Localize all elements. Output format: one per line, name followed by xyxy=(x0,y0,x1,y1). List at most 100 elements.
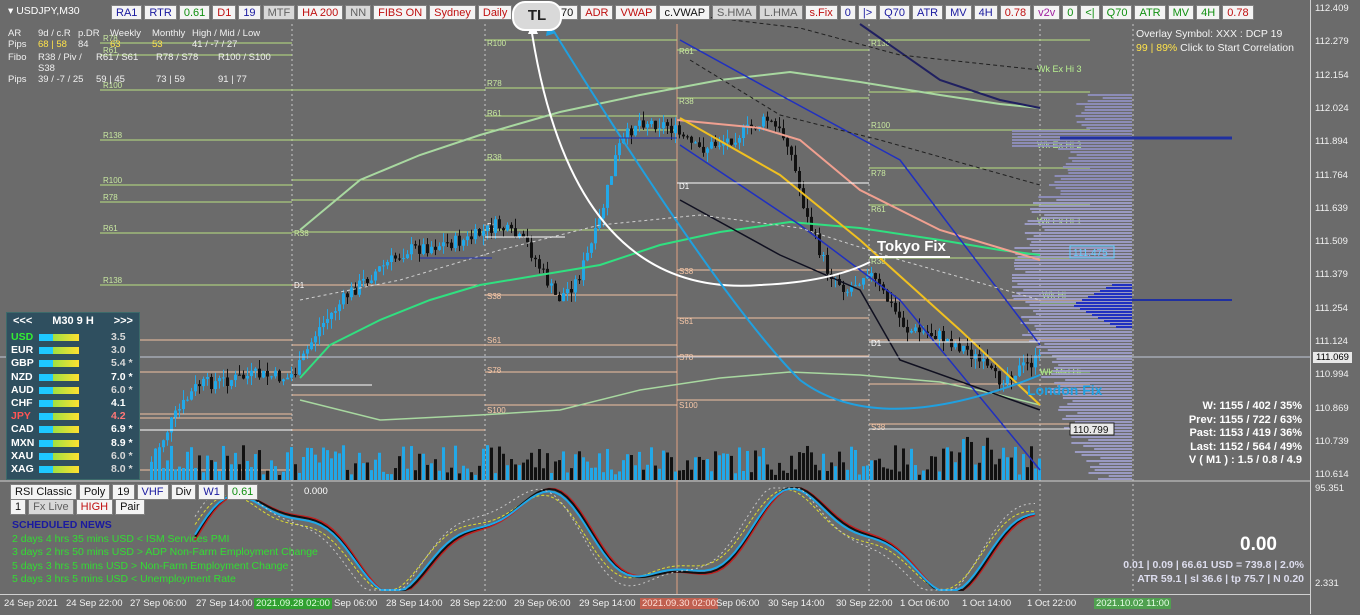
volume-bar xyxy=(526,460,529,480)
toolbar-button-0-61[interactable]: 0.61 xyxy=(179,5,210,20)
toolbar-button-7[interactable]: 0 xyxy=(840,5,856,20)
toolbar-button-9[interactable]: Q70 xyxy=(879,5,910,20)
london-fix-label: London Fix xyxy=(1027,382,1103,398)
time-axis[interactable]: 24 Sep 2021 24 Sep 22:00 27 Sep 06:00 27 Se… xyxy=(0,594,1310,615)
toolbar-button-13[interactable]: 0.78 xyxy=(1000,5,1031,20)
candle-body xyxy=(402,258,405,259)
candle-body xyxy=(278,371,281,382)
toolbar-button-12[interactable]: 4H xyxy=(974,5,998,20)
toolbar-button-nn[interactable]: NN xyxy=(345,5,371,20)
rsi-toolbar-button-3[interactable]: VHF xyxy=(137,484,169,500)
toolbar-button-20[interactable]: 4H xyxy=(1196,5,1220,20)
toolbar-button-14[interactable]: v2v xyxy=(1033,5,1060,20)
volume-bar xyxy=(1034,468,1037,480)
candle-body xyxy=(526,237,529,242)
news-item[interactable]: 2 days 4 hrs 35 mins USD < ISM Services … xyxy=(12,533,318,547)
strength-next-button[interactable]: >>> xyxy=(114,315,133,327)
toolbar-button-fibs-on[interactable]: FIBS ON xyxy=(373,5,427,20)
toolbar-button-10[interactable]: ATR xyxy=(912,5,943,20)
volume-bar xyxy=(458,473,461,480)
toolbar-button-11[interactable]: MV xyxy=(945,5,972,20)
candle-body xyxy=(602,208,605,218)
strength-ccy-eur[interactable]: EUR xyxy=(11,344,33,356)
strength-ccy-mxn[interactable]: MXN xyxy=(11,437,34,449)
rsi-toolbar-button-2[interactable]: 19 xyxy=(112,484,134,500)
news-toolbar-button-0[interactable]: 1 xyxy=(10,499,26,515)
toolbar-button-3[interactable]: c.VWAP xyxy=(659,5,710,20)
pivot-label: R138 xyxy=(103,131,123,140)
volume-bar xyxy=(594,468,597,480)
candle-body xyxy=(946,339,949,341)
price-axis[interactable]: 112.409 112.279 112.154 112.024 111.894 111.7… xyxy=(1310,0,1360,614)
trendline-toggle-button[interactable]: TL xyxy=(512,1,562,31)
toolbar-button-mtf[interactable]: MTF xyxy=(263,5,296,20)
volume-bar xyxy=(670,457,673,480)
candle-body xyxy=(654,121,657,130)
toolbar-button-16[interactable]: <| xyxy=(1080,5,1099,20)
toolbar-button-5[interactable]: L.HMA xyxy=(759,5,803,20)
toolbar-button-ha-200[interactable]: HA 200 xyxy=(297,5,343,20)
candle-body xyxy=(998,371,1001,384)
envelope-dashed-dark xyxy=(690,15,1040,70)
news-toolbar-button-3[interactable]: Pair xyxy=(115,499,145,515)
volume-stat-line: Last: 1152 / 564 / 49% xyxy=(1176,441,1302,455)
pivot-label: R38 xyxy=(679,97,694,106)
strength-ccy-usd[interactable]: USD xyxy=(11,331,33,343)
toolbar-button-sydney[interactable]: Sydney xyxy=(429,5,476,20)
correlation-link[interactable]: 99 | 89% Click to Start Correlation xyxy=(1136,41,1294,55)
candle-body xyxy=(474,229,477,239)
toolbar-button-6[interactable]: s.Fix xyxy=(805,5,838,20)
strength-ccy-jpy[interactable]: JPY xyxy=(11,410,31,422)
toolbar-button-d1[interactable]: D1 xyxy=(212,5,236,20)
rsi-toolbar-button-6[interactable]: 0.61 xyxy=(227,484,258,500)
strength-ccy-aud[interactable]: AUD xyxy=(11,384,34,396)
candle-body xyxy=(442,242,445,246)
dropdown-triangle-icon[interactable]: ▾ xyxy=(8,5,13,17)
candle-body xyxy=(774,121,777,126)
news-toolbar: 1 Fx Live HIGH Pair xyxy=(10,499,145,515)
volume-bar xyxy=(926,469,929,480)
toolbar-button-18[interactable]: ATR xyxy=(1134,5,1165,20)
toolbar-button-daily[interactable]: Daily xyxy=(478,5,512,20)
volume-bar xyxy=(646,465,649,480)
rsi-toolbar-button-0[interactable]: RSI Classic xyxy=(10,484,77,500)
strength-ccy-nzd[interactable]: NZD xyxy=(11,371,33,383)
candle-body xyxy=(718,146,721,147)
news-item[interactable]: 5 days 3 hrs 5 mins USD < Unemployment R… xyxy=(12,573,318,587)
toolbar-button-1[interactable]: ADR xyxy=(580,5,613,20)
toolbar-button-2[interactable]: VWAP xyxy=(615,5,657,20)
strength-ccy-xag[interactable]: XAG xyxy=(11,463,34,475)
candle-body xyxy=(218,378,221,381)
news-item[interactable]: 5 days 3 hrs 5 mins USD > Non-Farm Emplo… xyxy=(12,560,318,574)
pivot-label: S38 xyxy=(871,423,886,432)
toolbar-button-17[interactable]: Q70 xyxy=(1102,5,1133,20)
volume-bar xyxy=(566,472,569,480)
volume-stats: W: 1155 / 402 / 35% Prev: 1155 / 722 / 63… xyxy=(1176,400,1302,468)
toolbar-button-ra1[interactable]: RA1 xyxy=(111,5,142,20)
toolbar-button-19[interactable]: 19 xyxy=(238,5,260,20)
volume-bar xyxy=(158,452,161,480)
rsi-toolbar-button-4[interactable]: Div xyxy=(171,484,197,500)
news-toolbar-button-1[interactable]: Fx Live xyxy=(28,499,73,515)
strength-ccy-xau[interactable]: XAU xyxy=(11,450,33,462)
strength-ccy-chf[interactable]: CHF xyxy=(11,397,33,409)
risk-stats: 0.01 | 0.09 | 66.61 USD = 739.8 | 2.0% AT… xyxy=(1074,558,1304,586)
toolbar-button-4[interactable]: S.HMA xyxy=(712,5,757,20)
news-toolbar-button-2[interactable]: HIGH xyxy=(76,499,114,515)
news-item[interactable]: 3 days 2 hrs 50 mins USD > ADP Non-Farm … xyxy=(12,546,318,560)
strength-ccy-cad[interactable]: CAD xyxy=(11,423,34,435)
volume-bar xyxy=(446,472,449,480)
chart-canvas[interactable]: R78 R61 R100 R138 R100 R78 R61 R138 R100 R61 R38 S6… xyxy=(0,0,1310,594)
rsi-toolbar-button-5[interactable]: W1 xyxy=(198,484,225,500)
volume-bar xyxy=(490,448,493,480)
toolbar-button-15[interactable]: 0 xyxy=(1062,5,1078,20)
toolbar-button-19[interactable]: MV xyxy=(1168,5,1195,20)
rsi-toolbar-button-1[interactable]: Poly xyxy=(79,484,110,500)
toolbar-button-21[interactable]: 0.78 xyxy=(1222,5,1253,20)
strength-ccy-gbp[interactable]: GBP xyxy=(11,357,34,369)
volume-bar xyxy=(690,470,693,480)
toolbar-button-rtr[interactable]: RTR xyxy=(144,5,176,20)
strength-prev-button[interactable]: <<< xyxy=(13,315,32,327)
strength-value: 5.4 * xyxy=(111,357,133,369)
toolbar-button-8[interactable]: |> xyxy=(858,5,877,20)
